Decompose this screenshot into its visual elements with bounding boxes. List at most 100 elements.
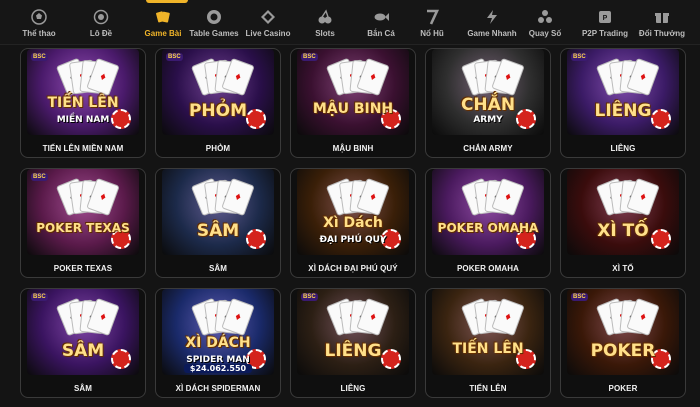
game-card-label: CHẮN ARMY [463,144,513,153]
game-logo-subtitle: ARMY [473,115,503,125]
game-logo-title: XÌ TỐ [597,221,649,241]
game-card-lieng[interactable]: ♠♥♣♦BSCLIÊNG LIÊNG [560,48,686,158]
game-card-label: POKER [608,384,638,393]
game-thumbnail: ♠♥♣♦XÌ TỐ [567,169,679,255]
cherry-icon [316,8,334,26]
nav-item-5[interactable]: Slots [312,0,338,44]
nav-item-8[interactable]: Game Nhanh [464,0,520,44]
game-card-label: SÂM [73,384,93,393]
game-card-label: POKER OMAHA [457,264,519,273]
game-thumbnail: ♠♥♣♦Xì DáchĐẠI PHÚ QUÝ [297,169,409,255]
game-card-chan-army[interactable]: ♠♥♣♦CHẮNARMYCHẮN ARMY [425,48,551,158]
game-thumbnail: ♠♥♣♦BSCLIÊNG [297,289,409,375]
game-card-label: XÌ DÁCH SPIDERMAN [175,384,261,393]
nav-item-6[interactable]: Bắn Cá [362,0,400,44]
game-card-label: MẬU BINH [332,144,374,153]
nav-item-1[interactable]: Lô Đề [84,0,118,44]
game-logo-title: TIẾN LÊN [47,95,119,111]
diamond-icon [259,8,277,26]
game-thumbnail: ♠♥♣♦TIẾN LÊN [432,289,544,375]
game-logo-title: SÂM [196,221,240,241]
card-game-icon [154,8,172,26]
game-card-label: POKER TEXAS [53,264,113,273]
game-card-mau-binh[interactable]: ♠♥♣♦BSCMẬU BINH MẬU BINH [290,48,416,158]
game-logo-title: XÌ DÁCH [185,335,251,351]
game-card-xi-to[interactable]: ♠♥♣♦XÌ TỐXÌ TỐ [560,168,686,278]
game-card-xi-dach-dai-phu-quy[interactable]: ♠♥♣♦Xì DáchĐẠI PHÚ QUÝXÌ DÁCH ĐẠI PHÚ QU… [290,168,416,278]
game-thumbnail: ♠♥♣♦BSCPOKER [567,289,679,375]
game-logo-title: SÂM [61,341,105,361]
nav-label: Live Casino [245,29,291,38]
nav-label: Game Bài [144,29,182,38]
game-card-xi-dach-spiderman[interactable]: ♠♥♣♦XÌ DÁCHSPIDER MAN$24.062.550 XÌ DÁCH … [155,288,281,398]
game-card-label: PHỎM [205,144,231,153]
nav-item-10[interactable]: P P2P Trading [576,0,634,44]
brand-badge: BSC [571,293,588,301]
nav-label: Nổ Hũ [420,29,444,38]
game-logo-title: POKER OMAHA [437,221,539,235]
game-card-label: LIÊNG [610,144,636,153]
game-thumbnail: ♠♥♣♦BSCLIÊNG [567,49,679,135]
game-thumbnail: ♠♥♣♦SÂM [162,169,274,255]
game-card-poker[interactable]: ♠♥♣♦BSCPOKER POKER [560,288,686,398]
game-logo-title: POKER TEXAS [36,221,130,235]
lottery-ball-icon [92,8,110,26]
game-card-label: XÌ TỐ [612,264,634,273]
game-card-poker-omaha[interactable]: ♠♥♣♦POKER OMAHAPOKER OMAHA [425,168,551,278]
nav-item-2[interactable]: Game Bài [140,0,186,44]
nav-label: Slots [315,29,335,38]
nav-item-11[interactable]: Đổi Thưởng [638,0,686,44]
brand-badge: BSC [166,53,183,61]
lottery-balls-icon [536,8,554,26]
svg-text:P: P [603,15,608,22]
nav-label: Bắn Cá [367,29,395,38]
game-card-sam-2[interactable]: ♠♥♣♦BSCSÂMSÂM [20,288,146,398]
top-navigation-bar: Thể thao Lô Đề Game Bài Table Games Live Cas… [0,0,700,45]
game-card-sam[interactable]: ♠♥♣♦SÂMSÂM [155,168,281,278]
game-card-phom[interactable]: ♠♥♣♦BSCPHỎMPHỎM [155,48,281,158]
game-card-lieng-2[interactable]: ♠♥♣♦BSCLIÊNGLIÊNG [290,288,416,398]
brand-badge: BSC [31,293,48,301]
game-thumbnail: ♠♥♣♦BSCSÂM [27,289,139,375]
nav-item-9[interactable]: Quay Số [524,0,566,44]
game-logo-title: Xì Dách [323,215,383,231]
game-logo-subtitle: ĐẠI PHÚ QUÝ [319,235,387,245]
game-thumbnail: ♠♥♣♦BSCMẬU BINH [297,49,409,135]
game-card-poker-texas[interactable]: ♠♥♣♦BSCPOKER TEXASPOKER TEXAS [20,168,146,278]
nav-label: P2P Trading [581,29,629,38]
nav-label: Quay Số [528,29,562,38]
game-card-label: TIẾN LÊN MIỀN NAM [42,144,124,153]
brand-badge: BSC [571,53,588,61]
game-logo-title: PHỎM [188,101,248,121]
p2p-icon: P [596,8,614,26]
game-thumbnail: ♠♥♣♦XÌ DÁCHSPIDER MAN$24.062.550 [162,289,274,375]
reward-icon [653,8,671,26]
game-logo-title: LIÊNG [324,341,382,361]
nav-label: Thể thao [22,29,56,38]
game-card-tien-len-mien-nam[interactable]: ♠♥♣♦BSCTIẾN LÊNMIỀN NAMTIẾN LÊN MIỀN NAM [20,48,146,158]
game-card-label: LIÊNG [340,384,366,393]
game-grid: ♠♥♣♦BSCTIẾN LÊNMIỀN NAMTIẾN LÊN MIỀN NAM… [0,44,700,407]
nav-item-0[interactable]: Thể thao [18,0,60,44]
casino-chip-icon [205,8,223,26]
nav-label: Lô Đề [89,29,113,38]
game-thumbnail: ♠♥♣♦BSCPOKER TEXAS [27,169,139,255]
nav-item-4[interactable]: Live Casino [244,0,292,44]
game-logo-subtitle: MIỀN NAM [56,115,110,125]
brand-badge: BSC [31,173,48,181]
nav-item-7[interactable]: Nổ Hũ [414,0,450,44]
nav-label: Game Nhanh [467,29,517,38]
brand-badge: BSC [301,53,318,61]
game-card-label: TIẾN LÊN [469,384,507,393]
lightning-icon [483,8,501,26]
brand-badge: BSC [31,53,48,61]
soccer-ball-icon [30,8,48,26]
nav-label: Table Games [189,29,239,38]
nav-label: Đổi Thưởng [638,29,686,38]
game-card-tien-len[interactable]: ♠♥♣♦TIẾN LÊNTIẾN LÊN [425,288,551,398]
game-card-label: SÂM [208,264,228,273]
game-logo-title: CHẮN [460,95,516,115]
game-logo-title: TIẾN LÊN [452,341,524,357]
game-thumbnail: ♠♥♣♦BSCTIẾN LÊNMIỀN NAM [27,49,139,135]
nav-item-3[interactable]: Table Games [188,0,240,44]
